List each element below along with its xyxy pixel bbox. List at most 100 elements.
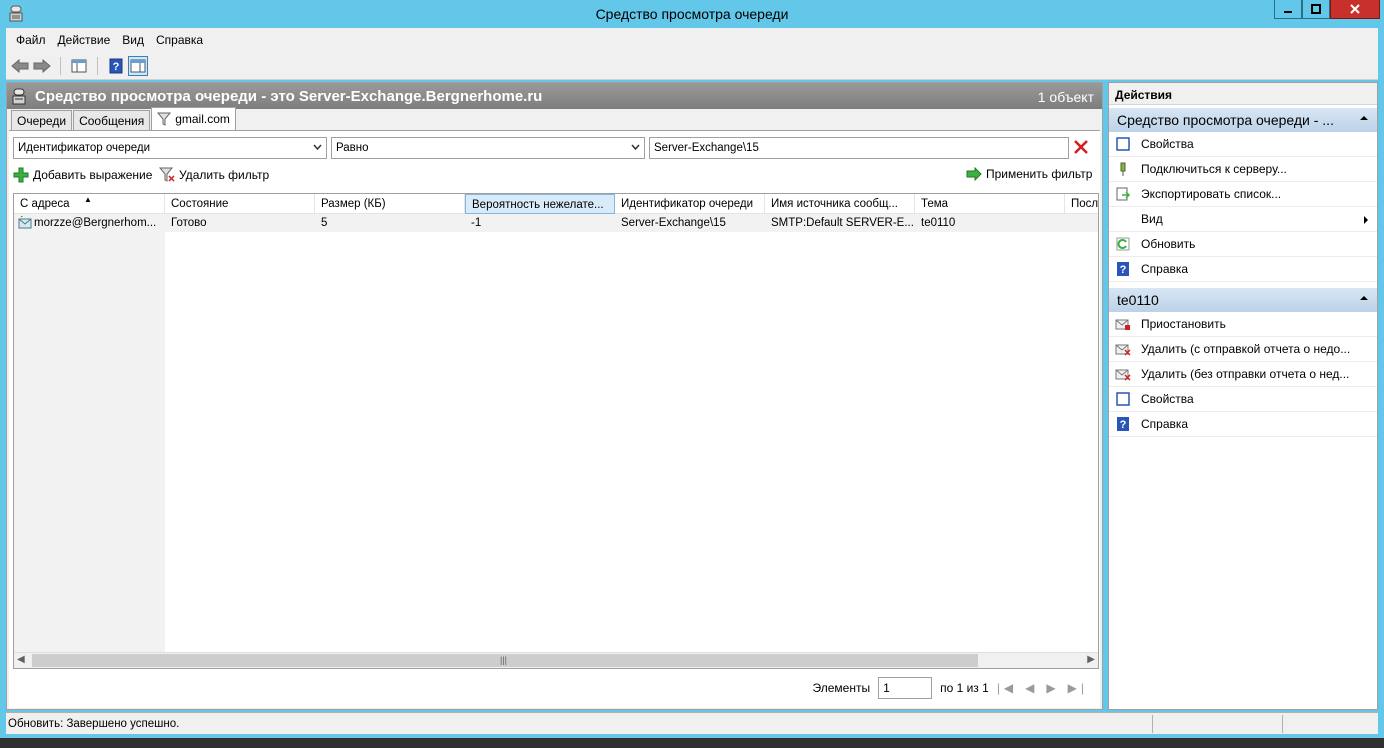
action-export-list[interactable]: Экспортировать список...: [1109, 182, 1377, 207]
cell-queue-id: Server-Exchange\15: [621, 217, 726, 229]
filter-operator-value: Равно: [336, 142, 369, 154]
help-icon: ?: [1117, 417, 1129, 431]
column-header-queue-id[interactable]: Идентификатор очереди: [615, 194, 765, 214]
svg-text:?: ?: [1120, 264, 1127, 276]
actions-title: Действия: [1109, 83, 1377, 105]
refresh-icon: [1116, 237, 1130, 251]
help-button[interactable]: ?: [106, 56, 126, 76]
toolbar: ?: [6, 52, 1378, 80]
filter-value-input[interactable]: Server-Exchange\15: [649, 137, 1069, 159]
message-icon: [18, 216, 32, 229]
submenu-arrow-icon: [1364, 216, 1368, 224]
action-help[interactable]: ? Справка: [1109, 257, 1377, 282]
action-view[interactable]: Вид: [1109, 207, 1377, 232]
first-page-icon[interactable]: |◀: [997, 681, 1017, 695]
menu-help[interactable]: Справка: [150, 33, 209, 47]
status-bar: Обновить: Завершено успешно.: [6, 712, 1378, 734]
tab-messages[interactable]: Сообщения: [73, 110, 151, 130]
close-button[interactable]: [1330, 0, 1380, 19]
main-panel: Средство просмотра очереди - это Server-…: [6, 82, 1103, 710]
filter-field-value: Идентификатор очереди: [18, 142, 151, 154]
apply-filter-button[interactable]: Применить фильтр: [966, 167, 1092, 181]
forward-button[interactable]: [32, 56, 52, 76]
chevron-down-icon: [631, 144, 640, 150]
title-bar: Средство просмотра очереди: [0, 0, 1384, 28]
suspend-message-icon: [1115, 319, 1130, 330]
grid-header: С адреса ▲ Состояние Размер (КБ) Вероятно…: [14, 194, 1098, 214]
queue-viewer-icon: [11, 88, 27, 108]
column-header-subject[interactable]: Тема: [915, 194, 1065, 214]
cell-from: morzze@Bergnerhom...: [34, 217, 157, 229]
column-header-source[interactable]: Имя источника сообщ...: [765, 194, 915, 214]
menu-file[interactable]: Файл: [10, 33, 52, 47]
action-message-help[interactable]: ? Справка: [1109, 412, 1377, 437]
cell-status: Готово: [171, 217, 207, 229]
remove-expression-button[interactable]: [1073, 139, 1089, 158]
menu-action[interactable]: Действие: [52, 33, 117, 47]
page-number-input[interactable]: [878, 677, 933, 699]
green-arrow-right-icon: [966, 167, 982, 181]
column-header-last[interactable]: Посл: [1065, 194, 1098, 214]
main-header-title: Средство просмотра очереди - это Server-…: [35, 88, 543, 105]
add-expression-button[interactable]: Добавить выражение: [13, 167, 152, 183]
action-message-properties[interactable]: Свойства: [1109, 387, 1377, 412]
add-expression-label: Добавить выражение: [33, 168, 153, 182]
action-suspend[interactable]: Приостановить: [1109, 312, 1377, 337]
actions-section-message[interactable]: te0110: [1109, 288, 1377, 312]
cell-subject: te0110: [921, 217, 956, 229]
action-remove-without-ndr[interactable]: Удалить (без отправки отчета о нед...: [1109, 362, 1377, 387]
apply-filter-label: Применить фильтр: [986, 167, 1093, 181]
menu-bar: Файл Действие Вид Справка: [6, 28, 1378, 52]
column-header-from[interactable]: С адреса ▲: [14, 194, 165, 214]
pager: Элементы по 1 из 1 |◀ ◀ ▶ ▶|: [813, 677, 1089, 699]
filter-icon: [157, 112, 172, 126]
back-arrow-icon: [11, 58, 29, 73]
maximize-button[interactable]: [1302, 0, 1330, 19]
tab-panel: Идентификатор очереди Равно Server-Excha…: [9, 130, 1100, 708]
minimize-button[interactable]: [1274, 0, 1302, 19]
collapse-caret-icon: [1360, 296, 1368, 300]
properties-icon: [1116, 137, 1130, 151]
console-tree-icon: [71, 59, 87, 72]
action-remove-with-ndr[interactable]: Удалить (с отправкой отчета о недо...: [1109, 337, 1377, 362]
table-row[interactable]: morzze@Bergnerhom... Готово 5 -1 Server-…: [14, 214, 1098, 232]
horizontal-scrollbar[interactable]: ◀ ||| ▶: [14, 652, 1098, 668]
column-header-size[interactable]: Размер (КБ): [315, 194, 465, 214]
remove-filter-button[interactable]: Удалить фильтр: [159, 167, 269, 183]
action-connect-server[interactable]: Подключиться к серверу...: [1109, 157, 1377, 182]
help-icon: ?: [109, 58, 123, 73]
main-header: Средство просмотра очереди - это Server-…: [7, 83, 1102, 109]
column-header-status[interactable]: Состояние: [165, 194, 315, 214]
back-button[interactable]: [10, 56, 30, 76]
tab-queues[interactable]: Очереди: [11, 110, 73, 130]
menu-view[interactable]: Вид: [116, 33, 150, 47]
maximize-icon: [1311, 4, 1321, 14]
svg-text:?: ?: [1120, 419, 1127, 431]
show-hide-console-tree-button[interactable]: [69, 56, 89, 76]
scrollbar-grip-icon: |||: [500, 655, 508, 665]
forward-arrow-icon: [33, 58, 51, 73]
prev-page-icon[interactable]: ◀: [1025, 681, 1038, 695]
cell-source: SMTP:Default SERVER-E...: [771, 217, 914, 229]
help-icon: ?: [1117, 262, 1129, 276]
sort-ascending-icon: ▲: [84, 195, 92, 204]
action-properties[interactable]: Свойства: [1109, 132, 1377, 157]
filter-field-select[interactable]: Идентификатор очереди: [13, 137, 327, 159]
export-icon: [1116, 187, 1131, 201]
minimize-icon: [1284, 11, 1292, 13]
action-pane-icon: [130, 59, 146, 72]
action-refresh[interactable]: Обновить: [1109, 232, 1377, 257]
status-text: Обновить: Завершено успешно.: [8, 718, 180, 730]
chevron-down-icon: [313, 144, 322, 150]
actions-section-queue-viewer[interactable]: Средство просмотра очереди - ...: [1109, 108, 1377, 132]
last-page-icon[interactable]: ▶|: [1068, 681, 1088, 695]
column-header-scl[interactable]: Вероятность нежелате...: [465, 194, 615, 214]
svg-text:?: ?: [113, 61, 120, 73]
show-hide-action-pane-button[interactable]: [128, 55, 148, 76]
remove-filter-label: Удалить фильтр: [179, 168, 270, 182]
tab-gmail-label: gmail.com: [175, 112, 230, 126]
next-page-icon[interactable]: ▶: [1046, 681, 1059, 695]
tab-gmail[interactable]: gmail.com: [151, 107, 236, 130]
page-of-label: по 1 из 1: [940, 681, 989, 695]
filter-operator-select[interactable]: Равно: [331, 137, 645, 159]
